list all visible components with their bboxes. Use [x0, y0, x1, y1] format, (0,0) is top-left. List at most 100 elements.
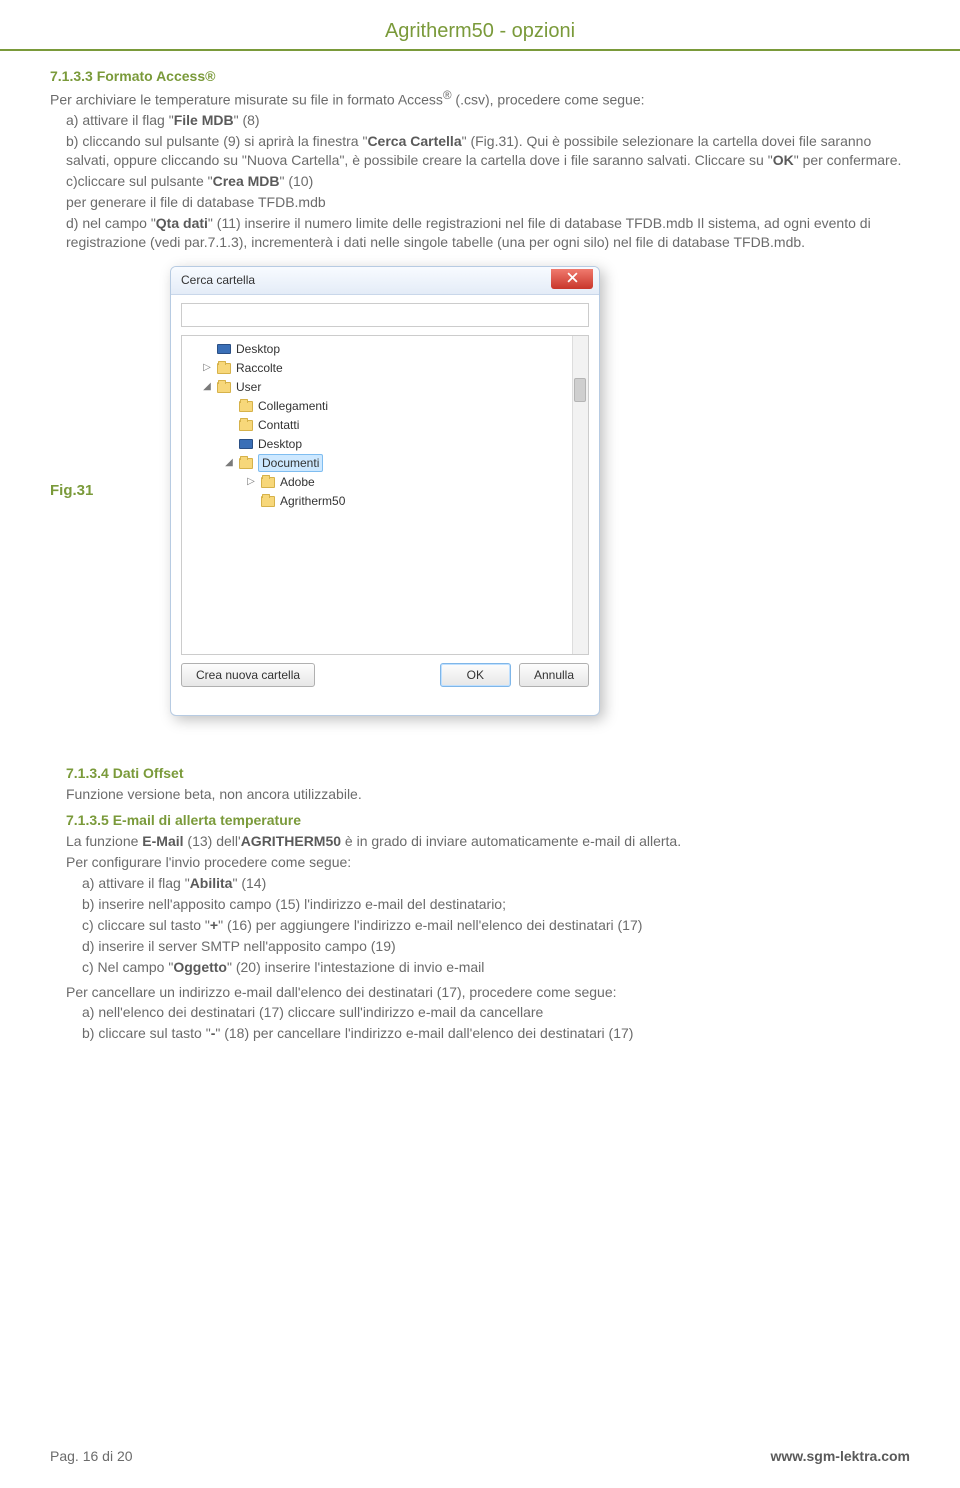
step-a2: a) attivare il flag "Abilita" (14) [66, 874, 910, 893]
step-a: a) attivare il flag "File MDB" (8) [50, 111, 910, 130]
folder-path-input[interactable] [181, 303, 589, 327]
dialog-titlebar: Cerca cartella [171, 267, 599, 295]
section-7135-cancel-intro: Per cancellare un indirizzo e-mail dall'… [66, 983, 910, 1002]
cancel-step-a: a) nell'elenco dei destinatari (17) clic… [66, 1003, 910, 1022]
tree-item[interactable]: ▷ Adobe [184, 473, 586, 492]
term-cerca-cartella: Cerca Cartella [367, 133, 461, 149]
step-d: d) nel campo "Qta dati" (11) inserire il… [50, 214, 910, 252]
figure-31-row: Fig.31 Cerca cartella Desktop ▷ Raccolte ◢U… [50, 266, 910, 716]
step-c2: c) cliccare sul tasto "+" (16) per aggiu… [66, 916, 910, 935]
dialog-title: Cerca cartella [181, 272, 255, 288]
text: a) attivare il flag " [66, 112, 174, 128]
scrollbar[interactable] [572, 336, 588, 654]
new-folder-button[interactable]: Crea nuova cartella [181, 663, 315, 687]
tree-item-label: Desktop [236, 341, 280, 357]
text: " per confermare. [794, 152, 902, 168]
monitor-icon [238, 437, 254, 451]
page-header-title: Agritherm50 - opzioni [50, 18, 910, 45]
tree-item[interactable]: Collegamenti [184, 397, 586, 416]
text: " (18) per cancellare l'indirizzo e-mail… [215, 1025, 633, 1041]
text: a) attivare il flag " [82, 875, 190, 891]
close-icon [567, 269, 578, 288]
tree-item[interactable]: Desktop [184, 435, 586, 454]
folder-icon [238, 418, 254, 432]
section-7135-conf: Per configurare l'invio procedere come s… [66, 853, 910, 872]
step-d2: d) inserire il server SMTP nell'apposito… [66, 937, 910, 956]
term-abilita: Abilita [190, 875, 233, 891]
expand-arrow-icon: ▷ [202, 361, 212, 375]
tree-item-label: Collegamenti [258, 398, 328, 414]
text: (13) dell' [184, 833, 241, 849]
section-7133-intro: Per archiviare le temperature misurate s… [50, 88, 910, 110]
text: (.csv), procedere come segue: [452, 92, 645, 108]
tree-item[interactable]: Desktop [184, 340, 586, 359]
step-c-line2: per generare il file di database TFDB.md… [50, 193, 910, 212]
cancel-step-b: b) cliccare sul tasto "-" (18) per cance… [66, 1024, 910, 1043]
step-b: b) cliccando sul pulsante (9) si aprirà … [50, 132, 910, 170]
folder-icon [216, 361, 232, 375]
tree-item-label: Raccolte [236, 360, 283, 376]
tree-item-label: Documenti [258, 454, 323, 472]
tree-item[interactable]: ◢ Documenti [184, 454, 586, 473]
term-oggetto: Oggetto [173, 959, 227, 975]
text: è in grado di inviare automaticamente e-… [341, 833, 681, 849]
tree-item[interactable]: ▷ Raccolte [184, 359, 586, 378]
tree-item-label: Contatti [258, 417, 299, 433]
term-qta-dati: Qta dati [156, 215, 208, 231]
term-ok: OK [773, 152, 794, 168]
expand-arrow-icon: ◢ [224, 456, 234, 470]
step-c-line1: c)cliccare sul pulsante "Crea MDB" (10) [50, 172, 910, 191]
ok-button[interactable]: OK [440, 663, 511, 687]
section-7134-heading: 7.1.3.4 Dati Offset [66, 764, 910, 783]
cancel-button[interactable]: Annulla [519, 663, 589, 687]
text: b) cliccando sul pulsante (9) si aprirà … [66, 133, 367, 149]
expand-arrow-icon: ◢ [202, 380, 212, 394]
text: c)cliccare sul pulsante " [66, 173, 213, 189]
header-rule [0, 49, 960, 51]
text: c) cliccare sul tasto " [82, 917, 210, 933]
section-7135-intro: La funzione E-Mail (13) dell'AGRITHERM50… [66, 832, 910, 851]
term-crea-mdb: Crea MDB [213, 173, 280, 189]
footer-page: Pag. 16 di 20 [50, 1447, 133, 1466]
text: d) nel campo " [66, 215, 156, 231]
figure-31-image: Cerca cartella Desktop ▷ Raccolte ◢UserColl… [170, 266, 600, 716]
tree-item[interactable]: Agritherm50 [184, 492, 586, 511]
text: " (10) [280, 173, 314, 189]
folder-icon [216, 380, 232, 394]
text: La funzione [66, 833, 142, 849]
term-file-mdb: File MDB [174, 112, 234, 128]
step-b2: b) inserire nell'apposito campo (15) l'i… [66, 895, 910, 914]
folder-tree[interactable]: Desktop ▷ Raccolte ◢UserCollegamenti Contatt… [181, 335, 589, 655]
step-e2: c) Nel campo "Oggetto" (20) inserire l'i… [66, 958, 910, 977]
term-email: E-Mail [142, 833, 183, 849]
section-7133-heading: 7.1.3.3 Formato Access® [50, 67, 910, 86]
dialog-button-row: Crea nuova cartella OK Annulla [181, 663, 589, 687]
section-7134-body: Funzione versione beta, non ancora utili… [66, 785, 910, 804]
browse-folder-dialog: Cerca cartella Desktop ▷ Raccolte ◢UserColl… [170, 266, 600, 716]
text: c) Nel campo " [82, 959, 173, 975]
folder-icon [260, 475, 276, 489]
text: " (8) [234, 112, 260, 128]
tree-item[interactable]: Contatti [184, 416, 586, 435]
text: Per archiviare le temperature misurate s… [50, 92, 443, 108]
page-footer: Pag. 16 di 20 www.sgm-lektra.com [50, 1447, 910, 1466]
term-plus: + [210, 917, 218, 933]
figure-31-label: Fig.31 [50, 481, 130, 501]
monitor-icon [216, 342, 232, 356]
expand-arrow-icon: ▷ [246, 475, 256, 489]
dialog-body: Desktop ▷ Raccolte ◢UserCollegamenti Contatt… [171, 295, 599, 697]
tree-item-label: Adobe [280, 474, 315, 490]
text: " (14) [232, 875, 266, 891]
tree-item-label: Agritherm50 [280, 493, 345, 509]
section-7135-heading: 7.1.3.5 E-mail di allerta temperature [66, 811, 910, 830]
scrollbar-thumb[interactable] [574, 378, 586, 402]
close-button[interactable] [551, 269, 593, 289]
text: b) cliccare sul tasto " [82, 1025, 211, 1041]
folder-icon [260, 494, 276, 508]
text: " (20) inserire l'intestazione di invio … [227, 959, 484, 975]
registered-mark: ® [443, 89, 452, 102]
tree-item[interactable]: ◢User [184, 378, 586, 397]
term-agritherm50: AGRITHERM50 [241, 833, 341, 849]
footer-url: www.sgm-lektra.com [770, 1447, 910, 1466]
folder-icon [238, 399, 254, 413]
